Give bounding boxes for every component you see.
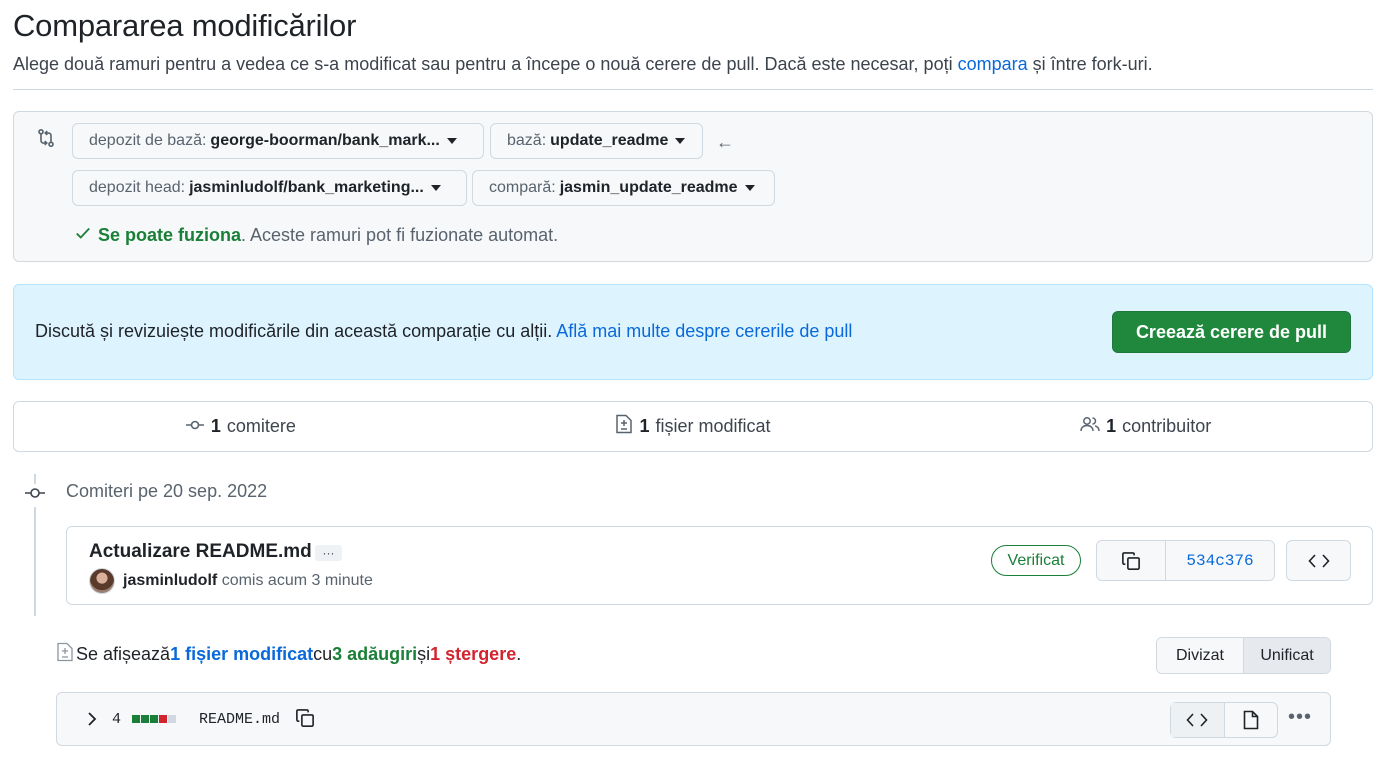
view-file-button[interactable] bbox=[1225, 703, 1278, 737]
file-header: 4 README.md ••• bbox=[56, 692, 1331, 746]
contributors-summary[interactable]: 1 contribuitor bbox=[919, 402, 1372, 451]
commits-summary[interactable]: 1 comitere bbox=[14, 402, 467, 451]
caret-down-icon bbox=[675, 138, 686, 144]
commit-expand-button[interactable]: ··· bbox=[315, 545, 342, 561]
toc-with: cu bbox=[313, 644, 333, 664]
commit-author-link[interactable]: jasminludolf bbox=[123, 572, 217, 589]
files-changed-link[interactable]: 1 fișier modificat bbox=[170, 644, 313, 665]
base-branch-value: update_readme bbox=[550, 132, 669, 149]
caret-down-icon bbox=[446, 138, 457, 144]
file-diff-icon bbox=[615, 414, 633, 439]
additions-count: 3 adăugiri bbox=[332, 644, 418, 664]
copy-icon bbox=[296, 709, 314, 727]
code-icon bbox=[1186, 713, 1208, 727]
compare-forks-link[interactable]: compara bbox=[958, 54, 1028, 74]
base-branch-label: bază: bbox=[507, 132, 547, 149]
file-view-buttons bbox=[1170, 702, 1278, 738]
files-summary[interactable]: 1 fișier modificat bbox=[467, 402, 920, 451]
banner-text: Discută și revizuiește modificările din … bbox=[35, 321, 852, 342]
diff-view-toggle: Divizat Unificat bbox=[1156, 637, 1331, 674]
contributors-label: contribuitor bbox=[1122, 416, 1212, 436]
copy-sha-button[interactable] bbox=[1097, 541, 1166, 580]
copy-path-button[interactable] bbox=[295, 708, 315, 733]
commit-icon bbox=[24, 484, 46, 507]
split-view-button[interactable]: Divizat bbox=[1157, 638, 1244, 673]
learn-pull-requests-link[interactable]: Află mai multe despre cererile de pull bbox=[556, 321, 852, 341]
copy-icon bbox=[1122, 551, 1140, 570]
commit-sha-link[interactable]: 534c376 bbox=[1166, 541, 1274, 580]
subtitle-text-end: și între fork-uri. bbox=[1027, 54, 1153, 74]
merge-rest-text: . Aceste ramuri pot fi fuzionate automat… bbox=[241, 225, 559, 245]
diff-summary: Se afișează 1 fișier modificat cu 3 adău… bbox=[56, 642, 521, 667]
git-compare-icon bbox=[36, 128, 56, 153]
head-repo-label: depozit head: bbox=[89, 179, 186, 196]
files-label: fișier modificat bbox=[655, 416, 771, 436]
chevron-right-icon[interactable] bbox=[87, 711, 97, 732]
compare-branch-value: jasmin_update_readme bbox=[559, 179, 738, 196]
commits-label: comitere bbox=[226, 416, 296, 436]
diffstat-add-block bbox=[141, 715, 149, 723]
unified-view-button[interactable]: Unificat bbox=[1244, 638, 1330, 673]
commit-time: comis acum 3 minute bbox=[221, 572, 373, 589]
view-source-button[interactable] bbox=[1171, 703, 1225, 737]
commit-date-heading: Comiteri pe 20 sep. 2022 bbox=[66, 481, 268, 501]
files-count: 1 bbox=[639, 416, 650, 436]
file-icon bbox=[1243, 710, 1259, 730]
merge-ok-text: Se poate fuziona bbox=[98, 225, 242, 245]
commit-icon bbox=[185, 416, 205, 437]
diffstat-del-block bbox=[159, 715, 167, 723]
toc-end: . bbox=[516, 644, 522, 664]
base-repo-value: george-boorman/bank_mark... bbox=[210, 132, 440, 149]
compare-branch-select[interactable]: compară: jasmin_update_readme bbox=[472, 170, 775, 206]
commit-title-link[interactable]: Actualizare README.md bbox=[89, 541, 312, 563]
contributors-count: 1 bbox=[1106, 416, 1117, 436]
diffstat bbox=[132, 715, 176, 723]
commit-sha-group: 534c376 bbox=[1096, 540, 1275, 581]
file-diff-icon bbox=[56, 642, 74, 667]
diffstat-neutral-block bbox=[168, 715, 176, 723]
head-repo-value: jasminludolf/bank_marketing... bbox=[189, 179, 424, 196]
compare-branch-label: compară: bbox=[489, 179, 556, 196]
head-repo-select[interactable]: depozit head: jasminludolf/bank_marketin… bbox=[72, 170, 467, 206]
commit-meta: jasminludolf comis acum 3 minute bbox=[123, 572, 373, 590]
banner-message: Discută și revizuiește modificările din … bbox=[35, 321, 557, 341]
commit-row: Actualizare README.md ··· jasminludolf c… bbox=[66, 526, 1373, 605]
merge-status: Se poate fuziona. Aceste ramuri pot fi f… bbox=[74, 224, 558, 247]
verified-badge[interactable]: Verificat bbox=[991, 545, 1081, 576]
diffstat-add-block bbox=[132, 715, 140, 723]
diffstat-add-block bbox=[150, 715, 158, 723]
pull-request-banner: Discută și revizuiește modificările din … bbox=[13, 284, 1373, 380]
base-branch-select[interactable]: bază: update_readme bbox=[490, 123, 703, 159]
caret-down-icon bbox=[430, 185, 441, 191]
avatar[interactable] bbox=[89, 568, 115, 594]
numbers-summary: 1 comitere 1 fișier modificat 1 contribu… bbox=[13, 401, 1373, 452]
toc-prefix: Se afișează bbox=[76, 644, 171, 664]
divider bbox=[13, 89, 1373, 90]
kebab-menu-icon[interactable]: ••• bbox=[1288, 707, 1312, 727]
commits-count: 1 bbox=[210, 416, 221, 436]
file-change-count: 4 bbox=[112, 711, 122, 728]
create-pull-request-button[interactable]: Creează cerere de pull bbox=[1112, 311, 1351, 353]
people-icon bbox=[1080, 416, 1100, 437]
check-icon bbox=[74, 224, 92, 247]
toc-and: și bbox=[417, 644, 431, 664]
range-editor: depozit de bază: george-boorman/bank_mar… bbox=[13, 111, 1373, 262]
deletions-count: 1 ștergere bbox=[430, 644, 517, 664]
file-name-link[interactable]: README.md bbox=[199, 711, 280, 728]
page-subtitle: Alege două ramuri pentru a vedea ce s-a … bbox=[13, 54, 1153, 75]
code-icon bbox=[1307, 553, 1330, 568]
arrow-left-icon: ← bbox=[716, 132, 734, 152]
base-repo-select[interactable]: depozit de bază: george-boorman/bank_mar… bbox=[72, 123, 484, 159]
browse-repo-button[interactable] bbox=[1286, 540, 1351, 581]
base-repo-label: depozit de bază: bbox=[89, 132, 207, 149]
page-title: Compararea modificărilor bbox=[13, 8, 357, 43]
subtitle-text: Alege două ramuri pentru a vedea ce s-a … bbox=[13, 54, 958, 74]
caret-down-icon bbox=[744, 185, 755, 191]
